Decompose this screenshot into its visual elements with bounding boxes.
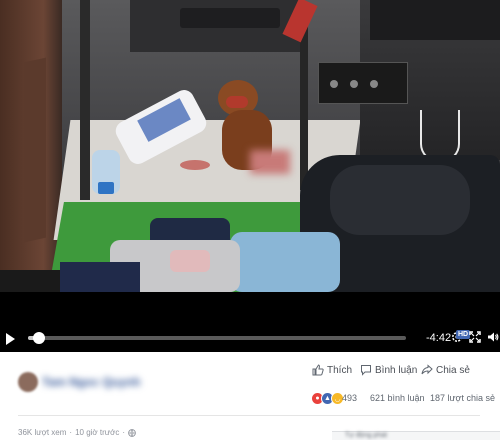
video-frame[interactable] — [0, 0, 500, 292]
reaction-count[interactable]: 493 — [342, 393, 357, 403]
volume-icon[interactable] — [487, 331, 499, 343]
video-controls-bar — [0, 292, 500, 352]
shares-count[interactable]: 187 lượt chia sẻ — [430, 393, 495, 403]
post-time[interactable]: 10 giờ trước — [75, 428, 119, 437]
like-label: Thích — [327, 364, 353, 376]
share-label: Chia sẻ — [436, 364, 470, 376]
video-player[interactable] — [0, 0, 500, 352]
comment-label: Bình luận — [375, 364, 418, 376]
post-meta: 36K lượt xem · 10 giờ trước · — [18, 428, 136, 437]
globe-icon — [128, 428, 136, 437]
play-button[interactable] — [6, 333, 15, 345]
autoplay-label: Tự động phát — [345, 432, 388, 439]
page-avatar[interactable] — [18, 372, 38, 392]
thumbs-up-icon — [312, 364, 324, 376]
meta-separator-2: · — [122, 428, 126, 437]
comments-count[interactable]: 621 bình luận — [370, 393, 425, 403]
page-name-link[interactable]: Tam Ngoc Quynh — [42, 375, 140, 389]
like-button[interactable]: Thích — [312, 364, 352, 376]
reaction-summary[interactable]: ● ▲ ◡ — [311, 392, 344, 405]
view-count: 36K lượt xem — [18, 428, 67, 437]
comment-bubble-icon — [361, 365, 371, 376]
fullscreen-icon[interactable] — [469, 331, 481, 343]
time-remaining: -4:42 — [426, 332, 452, 344]
comment-button[interactable]: Bình luận — [360, 364, 417, 376]
share-button[interactable]: Chia sẻ — [421, 364, 470, 376]
divider — [18, 415, 480, 416]
meta-separator: · — [69, 428, 73, 437]
share-arrow-icon — [421, 364, 433, 375]
progress-bar[interactable] — [28, 332, 406, 344]
hd-badge: HD — [456, 330, 471, 339]
